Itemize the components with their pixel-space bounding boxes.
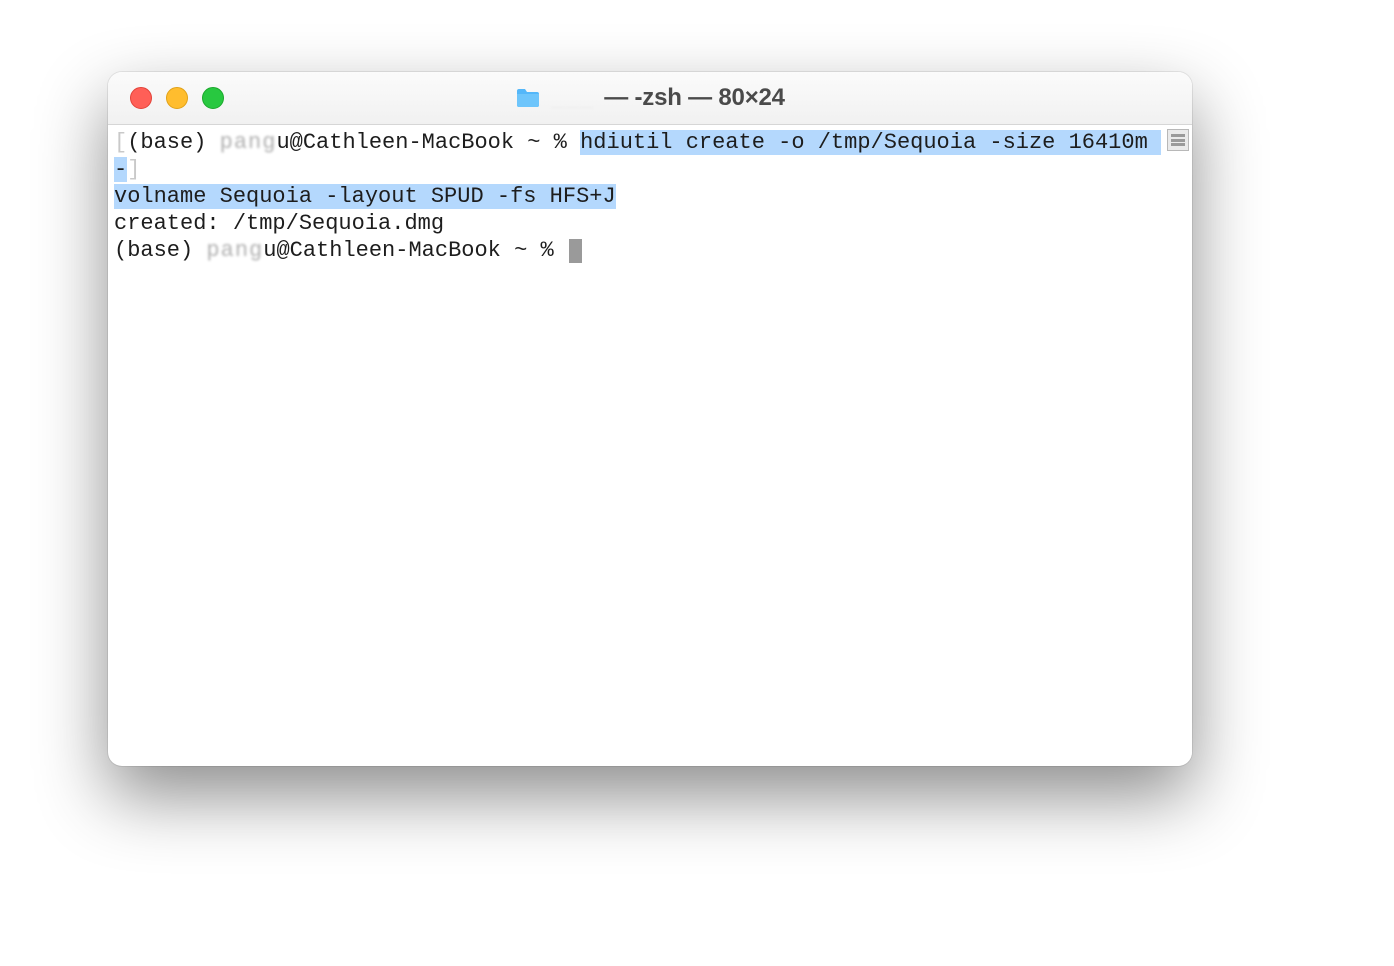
username-hidden: pang xyxy=(206,238,263,263)
window-title-text: — -zsh — 80×24 xyxy=(604,84,785,112)
traffic-lights xyxy=(108,87,224,109)
terminal-window: ___ — -zsh — 80×24 [(base) pangu@Cathlee… xyxy=(108,72,1192,766)
terminal-line: [(base) pangu@Cathleen-MacBook ~ % hdiut… xyxy=(114,129,1162,183)
folder-icon xyxy=(515,87,541,109)
scroll-indicator-icon[interactable] xyxy=(1167,129,1189,151)
terminal-line: (base) pangu@Cathleen-MacBook ~ % xyxy=(114,237,1162,264)
highlighted-command: volname Sequoia -layout SPUD -fs HFS+J xyxy=(114,184,616,209)
title-folder-name-hidden: ___ xyxy=(551,84,594,112)
terminal-line: volname Sequoia -layout SPUD -fs HFS+J xyxy=(114,183,1162,210)
username-hidden: pang xyxy=(220,130,277,155)
terminal-body[interactable]: [(base) pangu@Cathleen-MacBook ~ % hdiut… xyxy=(108,125,1192,766)
maximize-button[interactable] xyxy=(202,87,224,109)
window-title: ___ — -zsh — 80×24 xyxy=(108,84,1192,112)
window-titlebar[interactable]: ___ — -zsh — 80×24 xyxy=(108,72,1192,125)
terminal-cursor xyxy=(569,239,582,263)
minimize-button[interactable] xyxy=(166,87,188,109)
terminal-text[interactable]: [(base) pangu@Cathleen-MacBook ~ % hdiut… xyxy=(108,125,1166,766)
close-button[interactable] xyxy=(130,87,152,109)
terminal-line: created: /tmp/Sequoia.dmg xyxy=(114,210,1162,237)
scrollbar[interactable] xyxy=(1166,125,1192,766)
